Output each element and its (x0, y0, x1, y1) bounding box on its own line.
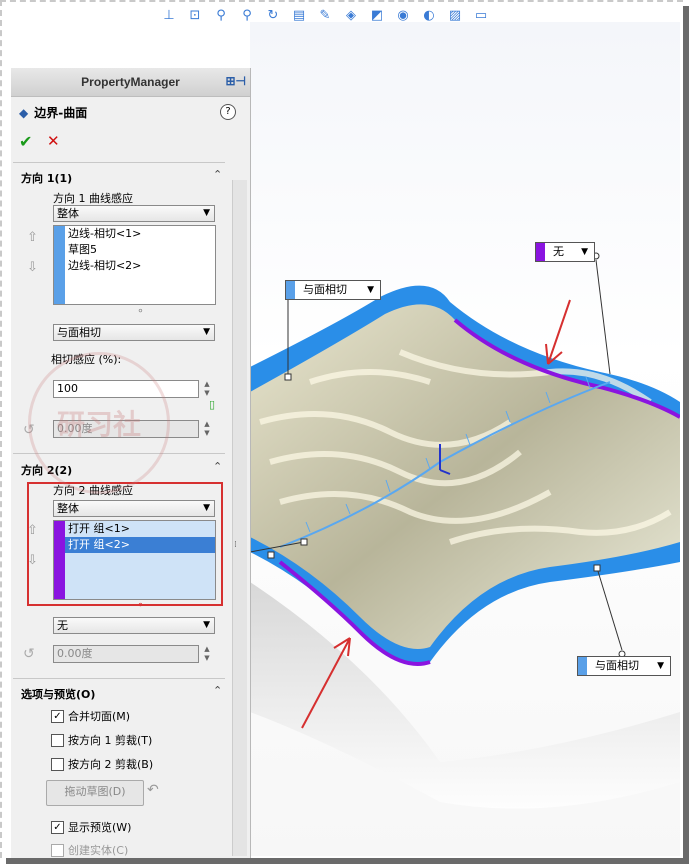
checkbox-checked[interactable]: ✓ (51, 820, 64, 834)
checkbox-unchecked[interactable] (51, 757, 64, 771)
section-view-icon[interactable]: ▤ (290, 6, 308, 24)
create-solid-checkbox[interactable]: 创建实体(C) (51, 842, 128, 858)
tangent-influence-spinner[interactable]: ▲ ▼ (201, 380, 213, 398)
callout-right-bottom[interactable]: 与面相切 ▼ (577, 656, 671, 676)
direction2-angle-input[interactable]: 0.00度 (53, 645, 199, 663)
leader-right-bottom (596, 567, 623, 651)
callout-left-top[interactable]: 与面相切 ▼ (285, 280, 381, 300)
panel-header-title: PropertyManager (81, 75, 180, 89)
dropdown-arrow-icon: ▼ (203, 620, 210, 630)
zoom-to-fit-icon[interactable]: ⚲ (238, 6, 256, 24)
direction1-influence-select[interactable]: 整体 ▼ (53, 205, 215, 222)
direction1-color-bar (54, 226, 65, 304)
property-manager-header: PropertyManager ⊞⊣ (11, 68, 250, 97)
watermark-logo: 研习社 (28, 352, 170, 494)
move-up-icon[interactable]: ⇧ (27, 230, 38, 245)
ok-check-icon[interactable]: ✔ (19, 132, 32, 151)
collapse-icon[interactable]: ⌃ (213, 684, 222, 697)
callout-text: 与面相切 (595, 659, 639, 672)
direction2-tangency-select[interactable]: 无 ▼ (53, 617, 215, 634)
dropdown-arrow-icon: ▼ (367, 285, 374, 295)
dynamic-annotation-icon[interactable]: ✎ (316, 6, 334, 24)
frame-shadow-right (683, 6, 689, 858)
annotation-highlight-box (27, 482, 223, 606)
checkbox-unchecked[interactable] (51, 733, 64, 747)
list-item[interactable]: 边线-相切<2> (68, 258, 215, 274)
surface-face (250, 304, 680, 649)
view-toolbar: ⊥ ⊡ ⚲ ⚲ ↻ ▤ ✎ ◈ ◩ ◉ ◐ ▨ ▭ (160, 4, 490, 26)
display-style-icon[interactable]: ◩ (368, 6, 386, 24)
callout-color-swatch (578, 657, 587, 675)
divider (13, 678, 225, 679)
rotate-icon[interactable]: ↻ (264, 6, 282, 24)
options-title[interactable]: 选项与预览(O) (21, 686, 95, 702)
callout-color-swatch (286, 281, 295, 299)
direction1-title[interactable]: 方向 1(1) (21, 170, 72, 186)
checkbox-label: 合并切面(M) (68, 710, 131, 723)
direction1-tangency-select[interactable]: 与面相切 ▼ (53, 324, 215, 341)
feature-title-text: 边界-曲面 (34, 106, 88, 120)
list-item[interactable]: 边线-相切<1> (68, 226, 215, 242)
normal-to-icon[interactable]: ⊥ (160, 6, 178, 24)
callout-color-swatch (536, 243, 545, 261)
checkbox-label: 按方向 1 剪裁(T) (68, 734, 153, 747)
callout-text: 与面相切 (303, 283, 347, 296)
hide-show-icon[interactable]: ◉ (394, 6, 412, 24)
frame-shadow-bottom (6, 858, 689, 864)
checkbox-unchecked[interactable] (51, 843, 64, 857)
checkbox-label: 按方向 2 剪裁(B) (68, 758, 154, 771)
checkbox-checked[interactable]: ✓ (51, 709, 64, 723)
reverse-angle-icon[interactable]: ↺ (23, 646, 35, 662)
boundary-surface-icon: ◆ (19, 105, 29, 120)
trim-dir1-checkbox[interactable]: 按方向 1 剪裁(T) (51, 732, 152, 748)
collapse-icon[interactable]: ⌃ (213, 460, 222, 473)
graphics-viewport[interactable] (249, 22, 681, 856)
scene-icon[interactable]: ▨ (446, 6, 464, 24)
feature-title: ◆ 边界-曲面 (19, 104, 87, 121)
direction2-tangency-value: 无 (57, 619, 68, 632)
zoom-area-icon[interactable]: ⊡ (186, 6, 204, 24)
checkbox-label: 显示预览(W) (68, 821, 132, 834)
direction1-influence-label: 方向 1 曲线感应 (53, 192, 133, 205)
dropdown-arrow-icon: ▼ (581, 247, 588, 257)
splitter-handle[interactable]: ⁞ (234, 540, 237, 550)
direction1-influence-value: 整体 (57, 207, 79, 220)
panel-scrollbar[interactable] (232, 180, 247, 856)
monitor-icon[interactable]: ▭ (472, 6, 490, 24)
trim-dir2-checkbox[interactable]: 按方向 2 剪裁(B) (51, 756, 153, 772)
undo-drag-icon[interactable]: ↶ (147, 782, 159, 798)
direction1-tangency-value: 与面相切 (57, 326, 101, 339)
slider-thumb-icon[interactable]: ▯ (209, 398, 215, 411)
direction1-angle-spinner[interactable]: ▲ ▼ (201, 420, 213, 438)
boundary-surface-render (249, 252, 681, 809)
resize-handle-icon[interactable]: ∘ (137, 304, 144, 317)
show-preview-checkbox[interactable]: ✓ 显示预览(W) (51, 819, 131, 835)
direction1-curve-list[interactable]: 边线-相切<1> 草图5 边线-相切<2> (53, 225, 216, 305)
callout-right-top[interactable]: 无 ▼ (535, 242, 595, 262)
annotation-arrow-top (545, 299, 571, 365)
leader-right-top (595, 259, 611, 375)
pin-icon[interactable]: ⊞⊣ (225, 74, 246, 88)
checkbox-label: 创建实体(C) (68, 844, 129, 857)
zoom-icon[interactable]: ⚲ (212, 6, 230, 24)
cancel-x-icon[interactable]: ✕ (47, 132, 60, 150)
divider (13, 162, 225, 163)
move-down-icon[interactable]: ⇩ (27, 260, 38, 275)
help-icon[interactable]: ? (220, 104, 236, 120)
direction2-angle-spinner[interactable]: ▲ ▼ (201, 645, 213, 663)
appearance-icon[interactable]: ◐ (420, 6, 438, 24)
merge-tangent-faces-checkbox[interactable]: ✓ 合并切面(M) (51, 708, 130, 724)
list-item[interactable]: 草图5 (68, 242, 215, 258)
view-orientation-icon[interactable]: ◈ (342, 6, 360, 24)
dropdown-arrow-icon: ▼ (657, 661, 664, 671)
watermark-text: 研习社 (56, 408, 141, 441)
drag-sketch-button[interactable]: 拖动草图(D) (46, 780, 144, 806)
collapse-icon[interactable]: ⌃ (213, 168, 222, 181)
callout-text: 无 (553, 245, 564, 258)
dropdown-arrow-icon: ▼ (203, 327, 210, 337)
dropdown-arrow-icon: ▼ (203, 208, 210, 218)
